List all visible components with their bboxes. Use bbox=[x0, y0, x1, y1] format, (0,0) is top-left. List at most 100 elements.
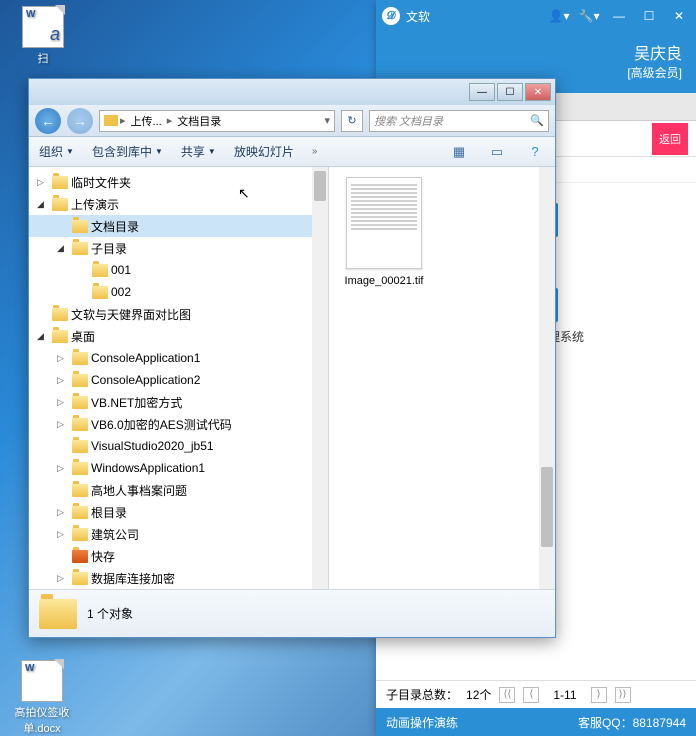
icon-label: 高拍仪签收单.docx bbox=[15, 707, 70, 735]
toolbar-slideshow[interactable]: 放映幻灯片 bbox=[234, 143, 294, 160]
toolbar-organize[interactable]: 组织▼ bbox=[39, 143, 74, 160]
tree-item[interactable]: ▷ConsoleApplication1 bbox=[29, 347, 328, 369]
folder-icon bbox=[72, 242, 88, 255]
docx-icon bbox=[21, 660, 63, 702]
page-next-button[interactable]: ⟩ bbox=[591, 687, 607, 703]
tree-item[interactable]: ▷根目录 bbox=[29, 501, 328, 523]
chevron-right-icon[interactable]: ▷ bbox=[57, 397, 69, 408]
maximize-button[interactable]: ☐ bbox=[497, 83, 523, 101]
breadcrumb[interactable]: ▸ 上传... ▸ 文档目录 ▾ bbox=[99, 110, 335, 132]
folder-icon bbox=[72, 462, 88, 475]
content-scrollbar[interactable] bbox=[539, 167, 555, 589]
folder-icon bbox=[52, 308, 68, 321]
tree-item[interactable]: ▷ VB.NET加密方式 bbox=[29, 391, 328, 413]
return-button[interactable]: 返回 bbox=[652, 123, 688, 155]
app-title: 文软 bbox=[406, 8, 548, 25]
tif-thumbnail-icon bbox=[346, 177, 422, 269]
tree-item-label: 上传演示 bbox=[71, 196, 119, 213]
tree-item-label: WindowsApplication1 bbox=[91, 461, 205, 475]
preview-icon[interactable]: ▭ bbox=[487, 143, 507, 161]
tree-item[interactable]: ◢桌面 bbox=[29, 325, 328, 347]
tree-item[interactable]: 快存 bbox=[29, 545, 328, 567]
chevron-right-icon[interactable]: ▷ bbox=[57, 419, 69, 430]
nav-forward-button[interactable]: → bbox=[67, 108, 93, 134]
tree-item[interactable]: ▷数据库连接加密 bbox=[29, 567, 328, 589]
page-prev-button[interactable]: ⟨ bbox=[523, 687, 539, 703]
tree-item-label: VisualStudio2020_jb51 bbox=[91, 439, 214, 453]
chevron-right-icon[interactable]: ▷ bbox=[57, 529, 69, 540]
tree-item-label: 临时文件夹 bbox=[71, 174, 131, 191]
folder-tree[interactable]: ▷临时文件夹◢上传演示文档目录◢子目录001002文软与天健界面对比图◢桌面▷C… bbox=[29, 167, 329, 589]
folder-icon bbox=[92, 264, 108, 277]
desktop-icon-docx[interactable]: 高拍仪签收单.docx bbox=[12, 660, 72, 736]
explorer-navbar: ← → ▸ 上传... ▸ 文档目录 ▾ ↻ 搜索 文档目录 🔍 bbox=[29, 105, 555, 137]
folder-icon bbox=[72, 440, 88, 453]
app-titlebar: 𝓓 文软 👤▾ 🔧▾ — ☐ ✕ bbox=[376, 0, 696, 32]
app-statusbar: 子目录总数： 12个 ⟨⟨ ⟨ 1-11 ⟩ ⟩⟩ bbox=[376, 680, 696, 708]
tree-item[interactable]: ◢子目录 bbox=[29, 237, 328, 259]
view-icon[interactable]: ▦ bbox=[449, 143, 469, 161]
tree-item[interactable]: 高地人事档案问题 bbox=[29, 479, 328, 501]
tree-item[interactable]: ▷ 临时文件夹 bbox=[29, 171, 328, 193]
subdir-count-label: 子目录总数： bbox=[386, 686, 458, 703]
maximize-button[interactable]: ☐ bbox=[638, 8, 660, 24]
settings-icon[interactable]: 🔧▾ bbox=[578, 8, 600, 24]
tree-item[interactable]: ▷ ConsoleApplication2 bbox=[29, 369, 328, 391]
tree-item[interactable]: 002 bbox=[29, 281, 328, 303]
search-icon: 🔍 bbox=[530, 114, 544, 127]
breadcrumb-seg[interactable]: 上传... bbox=[128, 113, 165, 129]
tree-item[interactable]: ◢ 上传演示 bbox=[29, 193, 328, 215]
breadcrumb-seg[interactable]: 文档目录 bbox=[174, 113, 224, 129]
refresh-button[interactable]: ↻ bbox=[341, 110, 363, 132]
toolbar-share[interactable]: 共享▼ bbox=[181, 143, 216, 160]
tree-item[interactable]: ▷ WindowsApplication1 bbox=[29, 457, 328, 479]
tree-item-label: 文软与天健界面对比图 bbox=[71, 306, 191, 323]
tree-item[interactable]: ▷ 建筑公司 bbox=[29, 523, 328, 545]
page-first-button[interactable]: ⟨⟨ bbox=[499, 687, 515, 703]
minimize-button[interactable]: — bbox=[608, 8, 630, 24]
chevron-right-icon[interactable]: ▷ bbox=[57, 507, 69, 518]
folder-icon bbox=[72, 528, 88, 541]
app-logo-icon: 𝓓 bbox=[382, 7, 400, 25]
file-item[interactable]: Image_00021.tif bbox=[339, 177, 429, 287]
close-button[interactable]: ✕ bbox=[525, 83, 551, 101]
tree-item-label: ConsoleApplication2 bbox=[91, 373, 200, 387]
folder-icon bbox=[52, 330, 68, 343]
chevron-right-icon[interactable]: ▷ bbox=[57, 573, 69, 584]
folder-icon bbox=[72, 572, 88, 585]
chevron-right-icon[interactable]: ▷ bbox=[57, 375, 69, 386]
help-icon[interactable]: ? bbox=[525, 143, 545, 161]
page-last-button[interactable]: ⟩⟩ bbox=[615, 687, 631, 703]
chevron-right-icon[interactable]: ▷ bbox=[57, 353, 69, 364]
content-pane[interactable]: Image_00021.tif bbox=[329, 167, 555, 589]
explorer-titlebar[interactable]: — ☐ ✕ bbox=[29, 79, 555, 105]
app-footer: 动画操作演练 客服QQ：88187944 bbox=[376, 708, 696, 736]
tree-item-label: 快存 bbox=[91, 548, 115, 565]
chevron-down-icon[interactable]: ◢ bbox=[37, 199, 49, 210]
tree-item-label: VB.NET加密方式 bbox=[91, 394, 182, 411]
toolbar-include[interactable]: 包含到库中▼ bbox=[92, 143, 163, 160]
folder-icon bbox=[39, 599, 77, 629]
chevron-down-icon[interactable]: ◢ bbox=[57, 243, 69, 254]
folder-icon bbox=[72, 396, 88, 409]
tree-item-label: VB6.0加密的AES测试代码 bbox=[91, 416, 232, 433]
tree-item[interactable]: ▷ VB6.0加密的AES测试代码 bbox=[29, 413, 328, 435]
user-icon[interactable]: 👤▾ bbox=[548, 8, 570, 24]
tree-item[interactable]: 文档目录 bbox=[29, 215, 328, 237]
search-input[interactable]: 搜索 文档目录 🔍 bbox=[369, 110, 549, 132]
explorer-statusbar: 1 个对象 bbox=[29, 589, 555, 637]
minimize-button[interactable]: — bbox=[469, 83, 495, 101]
tree-scrollbar[interactable] bbox=[312, 167, 328, 589]
folder-icon bbox=[72, 484, 88, 497]
tree-item[interactable]: 001 bbox=[29, 259, 328, 281]
nav-back-button[interactable]: ← bbox=[35, 108, 61, 134]
chevron-right-icon[interactable]: ▷ bbox=[57, 463, 69, 474]
desktop-icon[interactable]: a 扫 bbox=[18, 6, 68, 66]
tree-item-label: 建筑公司 bbox=[91, 526, 139, 543]
close-button[interactable]: ✕ bbox=[668, 8, 690, 24]
chevron-down-icon[interactable]: ◢ bbox=[37, 331, 49, 342]
tree-item[interactable]: VisualStudio2020_jb51 bbox=[29, 435, 328, 457]
chevron-right-icon[interactable]: ▷ bbox=[37, 177, 49, 188]
tree-item[interactable]: 文软与天健界面对比图 bbox=[29, 303, 328, 325]
folder-icon bbox=[72, 506, 88, 519]
